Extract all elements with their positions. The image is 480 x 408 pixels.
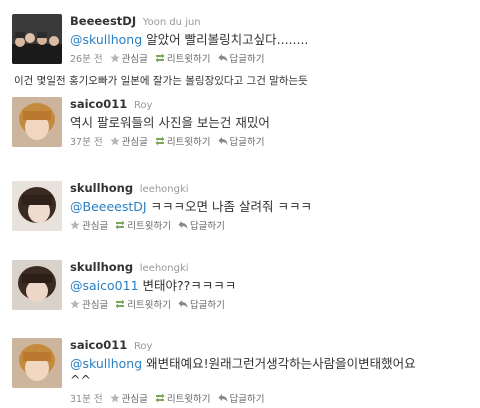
tweet-text: @skullhong 알았어 빨리볼링치고싶다........	[70, 32, 309, 47]
retweet-button[interactable]: 리트윗하기	[115, 297, 171, 311]
tweet-text-continued: ^^	[70, 372, 91, 387]
reply-button[interactable]: 답글하기	[178, 218, 225, 232]
tweet-content: skullhong leehongki @saico011 변태야??ㅋㅋㅋㅋ …	[70, 260, 470, 311]
favorite-button[interactable]: 관심글	[109, 134, 148, 148]
favorite-button[interactable]: 관심글	[109, 51, 148, 65]
screen-name[interactable]: BeeeestDJ	[70, 14, 136, 28]
note-text: 이건 몇일전 홍기오빠가 일본에 잘가는 볼링장있다고 그건 말하는듯	[14, 75, 308, 87]
tweet-content: BeeeestDJ Yoon du jun @skullhong 알았어 빨리볼…	[70, 14, 470, 65]
favorite-button[interactable]: 관심글	[70, 218, 108, 232]
tweet-meta: 관심글 리트윗하기 답글하기	[70, 218, 470, 232]
profile-photo-icon	[12, 338, 62, 388]
tweet-meta: 관심글 리트윗하기 답글하기	[70, 297, 470, 311]
tweet-text: @skullhong 왜변태예요!원래그런거생각하는사람을이변태했어요	[70, 356, 416, 371]
real-name: Roy	[133, 100, 153, 111]
favorite-button[interactable]: 관심글	[109, 391, 148, 405]
avatar[interactable]	[12, 97, 62, 147]
real-name: leehongki	[139, 263, 189, 274]
profile-photo-icon	[12, 97, 62, 147]
star-icon	[109, 53, 120, 63]
timestamp[interactable]: 26분 전	[70, 51, 103, 65]
reply-icon	[178, 300, 188, 308]
avatar[interactable]	[12, 338, 62, 388]
real-name: leehongki	[139, 184, 189, 195]
screen-name[interactable]: saico011	[70, 338, 127, 352]
reply-button[interactable]: 답글하기	[218, 51, 265, 65]
reply-icon	[178, 221, 188, 229]
reply-button[interactable]: 답글하기	[218, 134, 265, 148]
reply-icon	[218, 394, 228, 402]
tweet-content: saico011 Roy 역시 팔로워들의 사진을 보는건 재밌어 37분 전 …	[70, 97, 470, 148]
mention-link[interactable]: @skullhong	[70, 32, 142, 47]
avatar[interactable]	[12, 181, 62, 231]
reply-icon	[218, 54, 228, 62]
reply-icon	[218, 137, 228, 145]
retweet-icon	[155, 393, 165, 403]
real-name: Yoon du jun	[142, 17, 201, 28]
profile-photo-icon	[12, 181, 62, 231]
avatar[interactable]	[12, 14, 62, 64]
retweet-icon	[155, 136, 165, 146]
real-name: Roy	[133, 341, 153, 352]
tweet-text: 역시 팔로워들의 사진을 보는건 재밌어	[70, 115, 270, 130]
mention-link[interactable]: @BeeeestDJ	[70, 199, 147, 214]
tweet-content: skullhong leehongki @BeeeestDJ ㅋㅋㅋ오면 나좀 …	[70, 181, 470, 232]
star-icon	[109, 136, 120, 146]
timestamp[interactable]: 31분 전	[70, 391, 103, 405]
screen-name[interactable]: saico011	[70, 97, 127, 111]
star-icon	[70, 220, 80, 230]
timestamp[interactable]: 37분 전	[70, 134, 103, 148]
screen-name[interactable]: skullhong	[70, 181, 133, 195]
star-icon	[70, 299, 80, 309]
tweet-meta: 31분 전 관심글 리트윗하기 답글하기	[70, 391, 470, 405]
screen-name[interactable]: skullhong	[70, 260, 133, 274]
retweet-icon	[115, 299, 125, 309]
tweet-meta: 37분 전 관심글 리트윗하기 답글하기	[70, 134, 470, 148]
retweet-button[interactable]: 리트윗하기	[155, 134, 211, 148]
tweet-text: @BeeeestDJ ㅋㅋㅋ오면 나좀 살려줘 ㅋㅋㅋ	[70, 199, 312, 214]
tweet-content: saico011 Roy @skullhong 왜변태예요!원래그런거생각하는사…	[70, 338, 470, 405]
star-icon	[109, 393, 120, 403]
profile-photo-icon	[12, 260, 62, 310]
reply-button[interactable]: 답글하기	[178, 297, 225, 311]
mention-link[interactable]: @skullhong	[70, 356, 142, 371]
retweet-button[interactable]: 리트윗하기	[155, 51, 211, 65]
retweet-button[interactable]: 리트윗하기	[115, 218, 171, 232]
group-photo-icon	[12, 14, 62, 64]
retweet-button[interactable]: 리트윗하기	[155, 391, 211, 405]
favorite-button[interactable]: 관심글	[70, 297, 108, 311]
retweet-icon	[155, 53, 165, 63]
avatar[interactable]	[12, 260, 62, 310]
mention-link[interactable]: @saico011	[70, 278, 139, 293]
reply-button[interactable]: 답글하기	[218, 391, 265, 405]
retweet-icon	[115, 220, 125, 230]
tweet-meta: 26분 전 관심글 리트윗하기 답글하기	[70, 51, 470, 65]
tweet-text: @saico011 변태야??ㅋㅋㅋㅋ	[70, 278, 237, 293]
